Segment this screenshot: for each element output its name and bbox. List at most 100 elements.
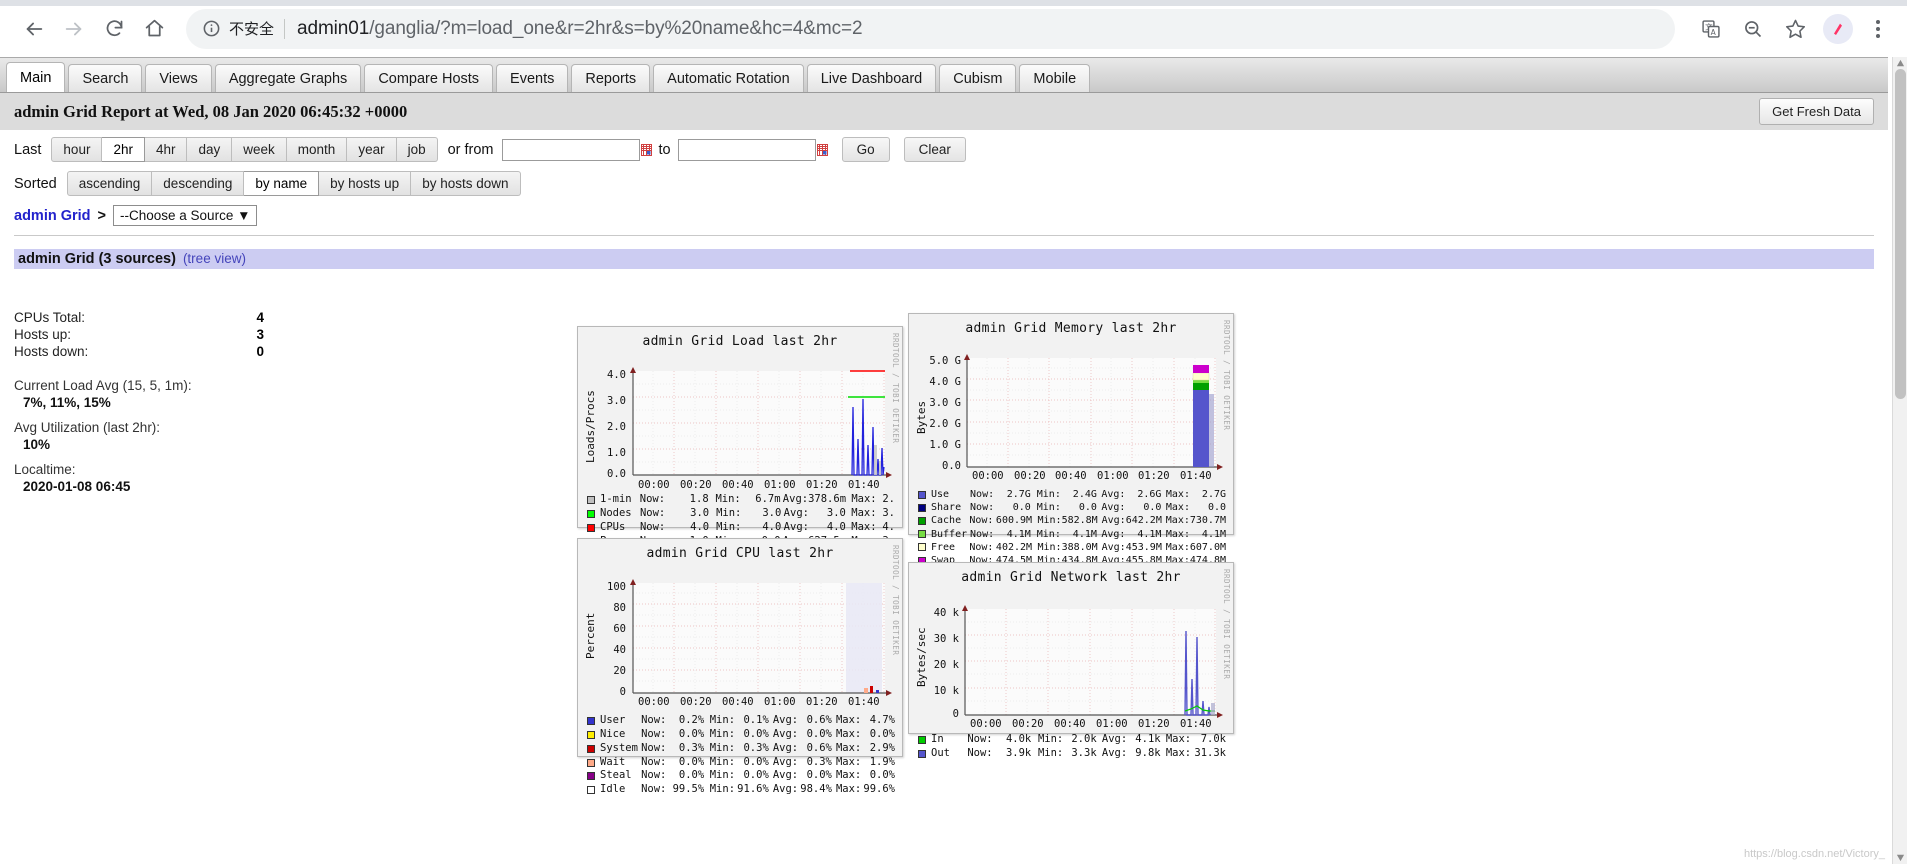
legend-key: Max:	[1165, 489, 1190, 500]
graph-panel-network[interactable]: admin Grid Network last 2hr RRDTOOL / TO…	[908, 562, 1234, 759]
tree-view-link[interactable]: (tree view)	[183, 251, 246, 266]
graph-title: admin Grid Memory last 2hr	[965, 321, 1177, 336]
range-2hr[interactable]: 2hr	[102, 137, 145, 162]
legend-key: Avg:	[772, 769, 799, 782]
x-tick: 00:20	[1014, 470, 1046, 482]
legend-avg: 642.2M	[1125, 515, 1162, 527]
star-icon[interactable]	[1777, 11, 1813, 47]
x-tick: 01:00	[764, 479, 796, 491]
legend-swatch	[587, 509, 595, 518]
sort-ascending[interactable]: ascending	[66, 171, 153, 196]
vertical-scrollbar[interactable]	[1892, 57, 1907, 864]
legend-min: 582.8M	[1061, 515, 1098, 527]
graph-panel-memory[interactable]: admin Grid Memory last 2hr RRDTOOL / TOB…	[908, 313, 1234, 579]
tab-views[interactable]: Views	[145, 64, 212, 92]
legend-avg: 0.3%	[806, 755, 832, 768]
legend-key: Avg:	[1101, 502, 1126, 514]
range-week[interactable]: week	[232, 137, 287, 162]
go-button[interactable]: Go	[841, 137, 890, 162]
cpu-chart-svg	[630, 579, 892, 696]
legend-label: Free	[931, 541, 956, 553]
scroll-up-arrow-icon[interactable]	[1896, 59, 1905, 68]
clear-button[interactable]: Clear	[903, 137, 966, 162]
load-chart-svg	[630, 367, 892, 478]
legend-max: 31.3k	[1194, 746, 1226, 759]
range-day[interactable]: day	[187, 137, 233, 162]
range-4hr[interactable]: 4hr	[144, 137, 188, 162]
grid-summary-band: admin Grid (3 sources) (tree view)	[14, 249, 1874, 269]
legend-now: 402.2M	[995, 541, 1033, 553]
legend-min: 3.0	[762, 506, 782, 519]
scroll-down-arrow-icon[interactable]	[1896, 853, 1905, 862]
site-info-icon[interactable]	[202, 19, 221, 38]
sort-by-name[interactable]: by name	[244, 171, 320, 196]
tab-main[interactable]: Main	[6, 62, 66, 92]
tab-events[interactable]: Events	[496, 64, 569, 92]
graph-panel-load[interactable]: admin Grid Load last 2hr RRDTOOL / TOBI …	[577, 326, 903, 547]
omnibox[interactable]: 不安全 admin01/ganglia/?m=load_one&r=2hr&s=…	[186, 8, 1675, 49]
legend-row: Nice Now: 0.0% Min: 0.0% Avg: 0.0% Max: …	[587, 728, 895, 742]
url-text[interactable]: admin01/ganglia/?m=load_one&r=2hr&s=by%2…	[297, 18, 862, 40]
tab-search[interactable]: Search	[68, 64, 143, 92]
grid-title: admin Grid (3 sources)	[18, 251, 176, 267]
legend-row: Steal Now: 0.0% Min: 0.0% Avg: 0.0% Max:…	[587, 769, 895, 783]
range-year[interactable]: year	[347, 137, 397, 162]
calendar-icon[interactable]	[640, 143, 652, 156]
profile-avatar-icon[interactable]	[1823, 13, 1853, 44]
tab-mobile[interactable]: Mobile	[1019, 64, 1091, 92]
range-month[interactable]: month	[286, 137, 348, 162]
sort-descending[interactable]: descending	[152, 171, 245, 196]
legend-key: Now:	[639, 493, 666, 505]
legend-key: Min:	[1037, 746, 1064, 759]
range-job[interactable]: job	[396, 137, 438, 162]
legend-key: Now:	[970, 528, 995, 540]
legend-key: Min:	[716, 520, 742, 533]
to-date-input[interactable]	[677, 138, 816, 161]
x-tick: 00:20	[680, 696, 712, 708]
reload-icon[interactable]	[94, 9, 134, 49]
legend-now: 0.0%	[678, 755, 705, 768]
legend-row: CPUs Now: 4.0 Min: 4.0 Avg: 4.0 Max: 4.	[587, 521, 895, 535]
tab-automatic-rotation[interactable]: Automatic Rotation	[653, 64, 804, 92]
legend-key: Min:	[715, 493, 741, 505]
range-hour[interactable]: hour	[51, 137, 103, 162]
sort-button-group: ascending descending by name by hosts up…	[66, 171, 521, 196]
last-label: Last	[14, 141, 42, 158]
back-arrow-icon[interactable]	[14, 9, 54, 49]
stat-key: CPUs Total:	[14, 310, 86, 325]
home-icon[interactable]	[134, 9, 174, 49]
legend-min: 91.6%	[737, 783, 769, 796]
legend-key: Min:	[709, 769, 736, 782]
x-tick: 01:40	[848, 696, 880, 708]
legend-avg: 2.6G	[1137, 489, 1162, 500]
breadcrumb-grid-link[interactable]: admin Grid	[14, 208, 91, 224]
legend-key: Avg:	[772, 727, 799, 740]
scrollbar-thumb[interactable]	[1895, 69, 1906, 399]
legend-label: In	[931, 733, 944, 745]
tab-reports[interactable]: Reports	[571, 64, 651, 92]
x-tick: 01:00	[1097, 470, 1129, 482]
legend-label: CPUs	[600, 520, 626, 533]
localtime: Localtime: 2020-01-08 06:45	[14, 462, 264, 494]
calendar-icon[interactable]	[816, 143, 828, 156]
legend-label: Nodes	[600, 506, 632, 519]
sort-by-hosts-up[interactable]: by hosts up	[319, 171, 412, 196]
tab-live-dashboard[interactable]: Live Dashboard	[806, 64, 937, 92]
choose-source-select[interactable]: --Choose a Source ▼	[113, 205, 258, 226]
tab-compare-hosts[interactable]: Compare Hosts	[364, 64, 494, 92]
legend-key: Now:	[967, 733, 993, 745]
legend-key: Avg:	[1101, 733, 1128, 745]
zoom-out-icon[interactable]	[1735, 11, 1771, 47]
get-fresh-data-button[interactable]: Get Fresh Data	[1759, 98, 1874, 125]
tab-aggregate-graphs[interactable]: Aggregate Graphs	[214, 64, 362, 92]
from-date-input[interactable]	[501, 138, 640, 161]
legend-key: Min:	[1036, 502, 1061, 514]
legend-max: 730.7M	[1189, 515, 1226, 527]
three-dot-menu-icon[interactable]	[1863, 19, 1893, 38]
translate-icon[interactable]: 文 A	[1693, 11, 1729, 47]
legend-now: 1.8	[689, 493, 709, 505]
tab-label: Search	[82, 70, 129, 87]
sort-by-hosts-down[interactable]: by hosts down	[411, 171, 521, 196]
graph-panel-cpu[interactable]: admin Grid CPU last 2hr RRDTOOL / TOBI O…	[577, 538, 903, 795]
tab-cubism[interactable]: Cubism	[939, 64, 1017, 92]
